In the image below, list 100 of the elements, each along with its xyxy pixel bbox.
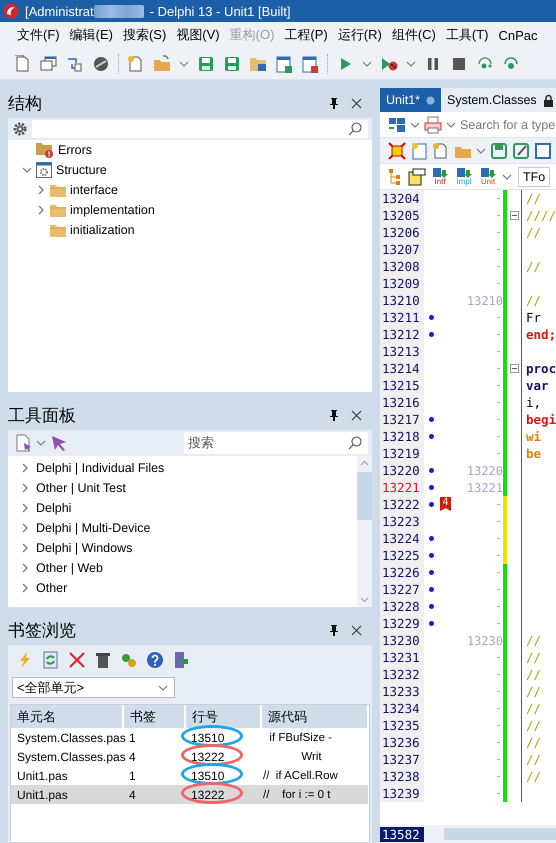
search-icon[interactable]	[348, 122, 362, 136]
code-text: var	[521, 377, 549, 394]
menu-item[interactable]: 视图(V)	[171, 23, 225, 47]
close-icon[interactable]	[351, 98, 362, 108]
chevron-right-icon[interactable]	[20, 502, 30, 514]
save-all-icon[interactable]	[223, 54, 241, 72]
category-item[interactable]: Delphi | Individual Files	[36, 461, 164, 475]
help-icon[interactable]	[146, 651, 164, 669]
panel-title: 书签浏览	[8, 620, 77, 642]
column-header[interactable]: 单元名	[11, 705, 123, 728]
type-search-field[interactable]: Search for a type	[460, 118, 556, 132]
toolbar-button[interactable]: Intf	[430, 167, 450, 186]
horizontal-scrollbar[interactable]	[444, 828, 556, 840]
delete-icon[interactable]	[68, 651, 86, 669]
column-header[interactable]: 书签	[123, 705, 185, 728]
save-icon[interactable]	[197, 54, 215, 72]
open-folder-icon[interactable]	[153, 54, 171, 72]
category-item[interactable]: Other | Web	[36, 561, 103, 575]
column-header[interactable]: 行号	[185, 705, 261, 728]
unit-filter-dropdown[interactable]: <全部单元>	[12, 677, 175, 698]
menu-item[interactable]: 运行(R)	[332, 23, 387, 47]
menu-item[interactable]: 工具(T)	[440, 23, 494, 47]
save-icon[interactable]	[490, 142, 508, 160]
menu-item[interactable]: 搜索(S)	[118, 23, 172, 47]
layout-icon[interactable]	[388, 116, 406, 134]
tree-item[interactable]: implementation	[70, 203, 155, 217]
search-field[interactable]	[32, 120, 368, 138]
search-icon[interactable]	[348, 436, 362, 450]
exit-door-icon[interactable]	[172, 651, 190, 669]
class-document-icon[interactable]	[410, 142, 428, 160]
line-number: 13209	[380, 275, 424, 292]
bookmark-flag: 4	[440, 497, 451, 511]
code-text: //	[521, 751, 542, 768]
line-number: 13237	[380, 751, 424, 768]
chevron-right-icon[interactable]	[20, 522, 30, 534]
editor-tab[interactable]: Unit1*	[380, 88, 442, 112]
chevron-right-icon[interactable]	[36, 184, 46, 196]
panel-title: 结构	[8, 92, 43, 114]
menu-item[interactable]: 组件(C)	[386, 23, 441, 47]
line-number: 13228	[380, 598, 424, 615]
gear-icon[interactable]	[12, 121, 28, 137]
pin-icon[interactable]	[329, 409, 339, 421]
scrollbar[interactable]	[357, 456, 372, 607]
category-item[interactable]: Delphi	[36, 501, 72, 515]
collapse-icon[interactable]	[510, 211, 518, 220]
class-combo[interactable]: TFo	[518, 166, 550, 186]
code-text: end;	[521, 326, 556, 343]
line-number: 13230	[380, 632, 424, 649]
editor-tab[interactable]: System.Classes	[441, 88, 556, 112]
close-icon[interactable]	[351, 410, 362, 420]
code-text: be	[521, 445, 542, 462]
add-to-project-icon[interactable]	[275, 54, 293, 72]
line-number: 13219	[380, 445, 424, 462]
search-field[interactable]: 搜索	[184, 432, 368, 454]
chevron-right-icon[interactable]	[20, 582, 30, 594]
chevron-right-icon[interactable]	[20, 462, 30, 474]
tree-item[interactable]: Errors	[58, 143, 92, 157]
scrollbar-thumb[interactable]	[357, 472, 372, 520]
menu-item[interactable]: CnPac	[493, 24, 542, 46]
menu-item[interactable]: 文件(F)	[12, 23, 65, 47]
edit-icon[interactable]	[512, 142, 530, 160]
printer-icon[interactable]	[424, 116, 442, 134]
close-icon[interactable]	[351, 624, 362, 636]
chevron-right-icon[interactable]	[36, 204, 46, 216]
line-number: 13206	[380, 224, 424, 241]
toolbar-button[interactable]: Unit	[478, 167, 498, 186]
code-text: //	[521, 190, 542, 207]
new-item-icon[interactable]	[16, 434, 32, 452]
code-text: begi	[521, 411, 556, 428]
cursor-arrow-icon[interactable]	[50, 434, 68, 452]
menu-item[interactable]: 编辑(E)	[64, 23, 118, 47]
pin-icon[interactable]	[329, 97, 339, 109]
table-cell: 1	[123, 766, 185, 785]
windows-icon[interactable]	[40, 54, 58, 72]
tree-item[interactable]: initialization	[70, 223, 135, 237]
tree-item[interactable]: interface	[70, 183, 118, 197]
category-item[interactable]: Other | Unit Test	[36, 481, 126, 495]
chevron-right-icon[interactable]	[20, 542, 30, 554]
category-item[interactable]: Delphi | Multi-Device	[36, 521, 150, 535]
arrow-down-icon	[480, 167, 496, 178]
menu-item[interactable]: 工程(P)	[279, 23, 333, 47]
chevron-right-icon[interactable]	[20, 562, 30, 574]
tree-item[interactable]: Structure	[56, 163, 107, 177]
category-item[interactable]: Other	[36, 581, 68, 595]
remove-from-project-icon[interactable]	[301, 54, 319, 72]
fullscreen-icon[interactable]	[388, 142, 406, 160]
category-item[interactable]: Delphi | Windows	[36, 541, 132, 555]
line-number: 13239	[380, 785, 424, 802]
form-icon[interactable]	[408, 168, 426, 186]
code-text: //	[521, 649, 542, 666]
trash-icon[interactable]	[94, 651, 112, 669]
column-header[interactable]: 源代码	[261, 705, 368, 728]
code-text: //	[521, 292, 542, 309]
chevron-right-icon[interactable]	[20, 482, 30, 494]
collapse-icon[interactable]	[510, 364, 518, 373]
line-number: 13217	[380, 411, 424, 428]
window-icon[interactable]	[534, 142, 552, 160]
gears-icon[interactable]	[120, 651, 138, 669]
pin-icon[interactable]	[329, 624, 339, 636]
refresh-page-icon[interactable]	[42, 651, 60, 669]
